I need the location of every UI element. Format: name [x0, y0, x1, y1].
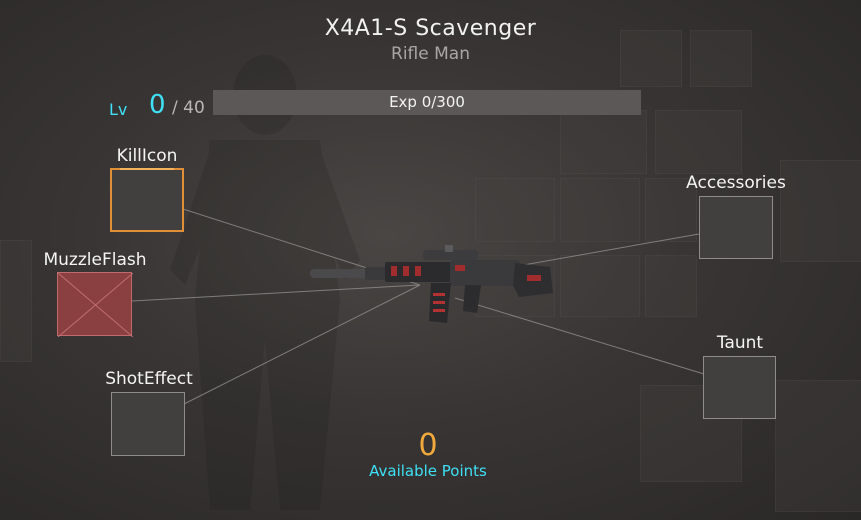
available-points-value: 0	[418, 428, 438, 463]
accessories-slot-label: Accessories	[686, 173, 786, 193]
assault-rifle-icon	[310, 245, 553, 323]
muzzle-flash-slot-label: MuzzleFlash	[43, 250, 147, 270]
level-max: / 40	[172, 98, 205, 118]
taunt-slot[interactable]	[703, 356, 776, 419]
kill-icon-slot-label: KillIcon	[116, 146, 178, 166]
weapon-customization-screen: X4A1-S Scavenger Rifle Man Lv 0 / 40 Exp…	[0, 0, 861, 520]
available-points-label: Available Points	[369, 462, 487, 480]
taunt-slot-label: Taunt	[716, 333, 764, 353]
weapon-name-title: X4A1-S Scavenger	[324, 16, 537, 41]
experience-text: Exp 0/300	[389, 93, 465, 111]
kill-icon-slot[interactable]	[110, 168, 184, 232]
shot-effect-slot-label: ShotEffect	[105, 369, 193, 389]
muzzle-flash-slot[interactable]	[57, 272, 133, 337]
level-value: 0	[149, 90, 166, 120]
experience-bar: Exp 0/300	[213, 90, 641, 115]
accessories-slot[interactable]	[699, 196, 773, 259]
weapon-class-subtitle: Rifle Man	[391, 44, 470, 64]
locked-cross-icon	[58, 273, 133, 337]
level-label: Lv	[109, 100, 128, 119]
